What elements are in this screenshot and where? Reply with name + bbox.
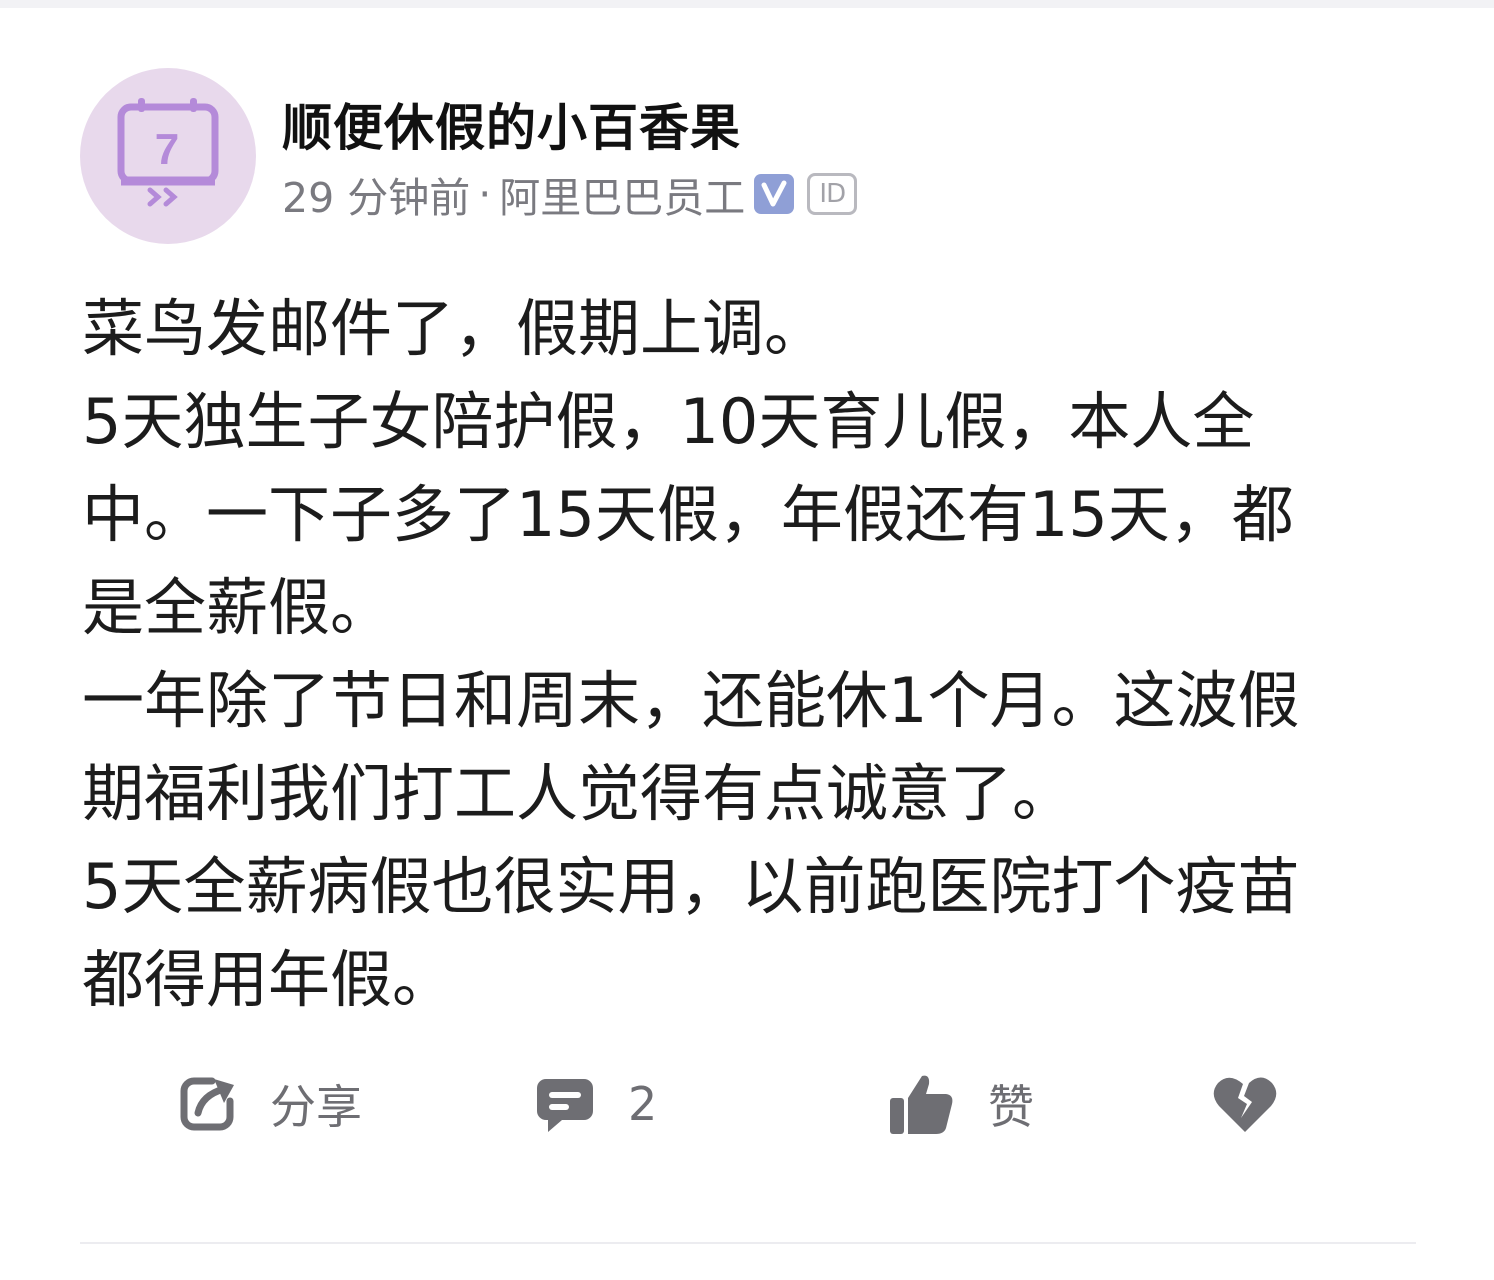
- post-text-line: 5天全薪病假也很实用，以前跑医院打个疫苗: [82, 850, 1300, 923]
- post-time: 29 分钟前: [282, 174, 471, 222]
- calendar-7-icon: 7: [117, 98, 219, 207]
- post-meta: 29 分钟前 · 阿里巴巴员工 ID: [282, 168, 858, 222]
- broken-heart-icon: [1213, 1077, 1277, 1132]
- bottom-divider: [80, 1242, 1416, 1244]
- post-text-line: 一年除了节日和周末，还能休1个月。这波假: [82, 664, 1300, 737]
- post-actions-bar: 分享 2 赞: [0, 1062, 1494, 1146]
- share-icon: [180, 1077, 234, 1131]
- comment-button[interactable]: 2: [534, 1062, 657, 1146]
- post-text-line: 期福利我们打工人觉得有点诚意了。: [82, 757, 1075, 830]
- post-text-line: 菜鸟发邮件了，假期上调。: [82, 292, 827, 365]
- avatar[interactable]: 7: [80, 68, 256, 244]
- comment-count: 2: [628, 1077, 658, 1131]
- dislike-button[interactable]: [1212, 1062, 1278, 1146]
- post-text-line: 是全薪假。: [82, 571, 393, 644]
- post-text-line: 中。一下子多了15天假，年假还有15天，都: [82, 478, 1294, 551]
- top-strip: [0, 0, 1494, 8]
- verified-v-icon: [753, 173, 795, 215]
- share-label: 分享: [270, 1080, 362, 1134]
- post-text-line: 5天独生子女陪护假，10天育儿假，本人全: [82, 385, 1255, 458]
- share-button[interactable]: 分享: [176, 1062, 362, 1146]
- thumbs-up-icon: [890, 1075, 953, 1134]
- like-label: 赞: [988, 1080, 1034, 1134]
- post-header: 7 顺便休假的小百香果 29 分钟前 · 阿里巴巴员工 ID: [80, 68, 1420, 248]
- author-company: 阿里巴巴员工: [499, 174, 746, 222]
- post-body: 菜鸟发邮件了，假期上调。 5天独生子女陪护假，10天育儿假，本人全 中。一下子多…: [82, 282, 1382, 1026]
- meta-separator: ·: [478, 170, 492, 218]
- like-button[interactable]: 赞: [888, 1062, 1034, 1146]
- post-text-line: 都得用年假。: [82, 943, 455, 1016]
- avatar-number: 7: [155, 125, 179, 174]
- username[interactable]: 顺便休假的小百香果: [282, 88, 741, 160]
- comment-icon: [537, 1079, 593, 1132]
- id-badge: ID: [807, 173, 858, 215]
